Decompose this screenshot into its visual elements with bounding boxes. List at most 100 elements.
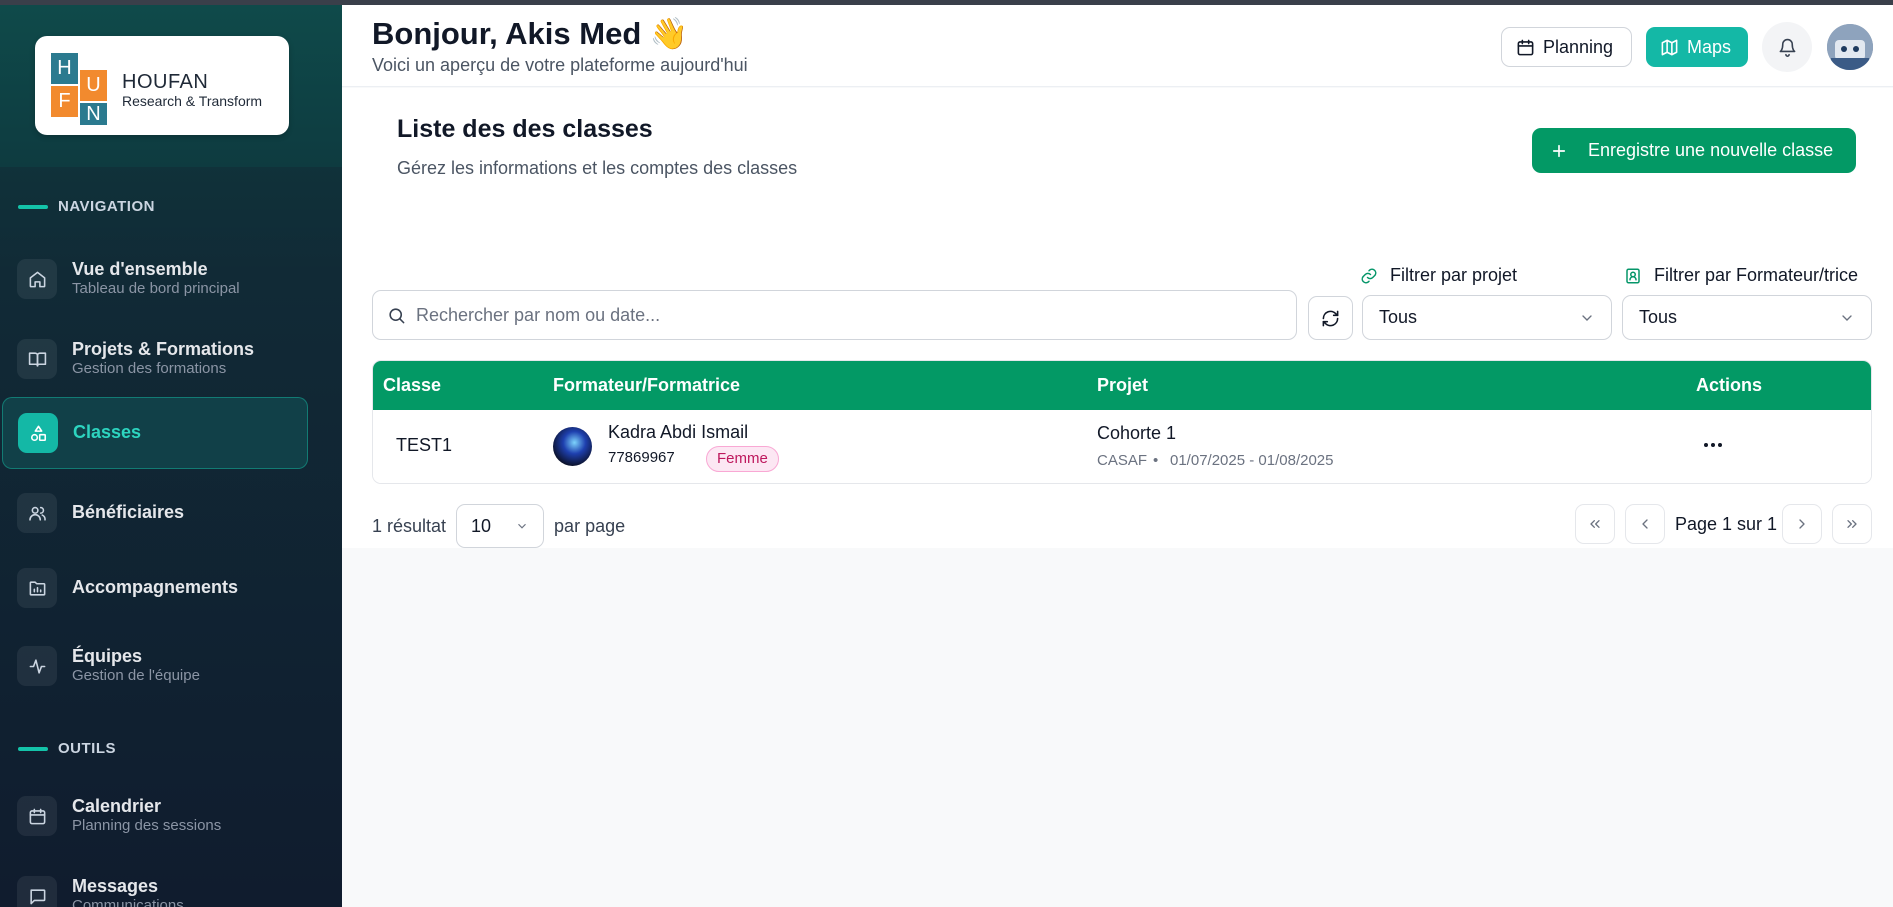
sidebar-item-subtitle: Tableau de bord principal <box>72 280 240 298</box>
chevrons-left-icon <box>1590 520 1600 528</box>
plus-icon <box>1552 144 1566 157</box>
column-header-formateur[interactable]: Formateur/Formatrice <box>553 361 740 410</box>
greeting-subtitle: Voici un aperçu de votre plateforme aujo… <box>372 55 748 75</box>
row-actions-button[interactable] <box>1698 430 1728 460</box>
project-dates: 01/07/2025 - 01/08/2025 <box>1170 452 1334 469</box>
users-icon <box>17 493 57 533</box>
top-header: Bonjour, Akis Med 👋 Voici un aperçu de v… <box>342 5 1893 87</box>
trainer-filter-value: Tous <box>1639 307 1678 327</box>
contact-icon <box>1626 268 1640 283</box>
table-row[interactable]: TEST1 Kadra Abdi Ismail 77869967 Femme C… <box>373 410 1871 483</box>
more-dot <box>1711 443 1715 447</box>
project-filter-select[interactable]: Tous <box>1362 295 1612 340</box>
sidebar-item-title: Calendrier <box>72 795 162 816</box>
sidebar-item-title: Accompagnements <box>72 577 239 598</box>
shapes-icon <box>18 413 58 453</box>
sidebar-item-equipes[interactable]: Équipes Gestion de l'équipe <box>2 630 308 702</box>
previous-page-button[interactable] <box>1625 504 1665 544</box>
sidebar-item-title: Classes <box>73 422 142 443</box>
logo[interactable]: H U F N HOUFAN Research & Transform <box>35 36 289 135</box>
planning-button[interactable]: Planning <box>1501 27 1632 67</box>
cell-classe: TEST1 <box>396 435 453 455</box>
results-count: 1 résultat <box>372 515 447 536</box>
table-header: Classe Formateur/Formatrice Projet Actio… <box>373 361 1871 410</box>
chevron-down-icon <box>1842 314 1852 321</box>
sidebar-item-title: Projets & Formations <box>72 338 255 359</box>
refresh-button[interactable] <box>1308 296 1353 340</box>
sidebar-item-classes[interactable]: Classes <box>2 397 308 469</box>
first-page-button[interactable] <box>1575 504 1615 544</box>
activity-icon <box>17 646 57 686</box>
sidebar-item-subtitle: Gestion des formations <box>72 360 227 378</box>
last-page-button[interactable] <box>1832 504 1872 544</box>
pagination-summary: 1 résultat 10 par page <box>372 504 625 548</box>
column-header-projet[interactable]: Projet <box>1097 361 1148 410</box>
per-page-label: par page <box>554 515 626 536</box>
chevron-right-icon <box>1799 519 1805 529</box>
sidebar-item-subtitle: Gestion de l'équipe <box>72 667 200 685</box>
sidebar-item-beneficiaires[interactable]: Bénéficiaires <box>2 477 308 549</box>
sidebar-item-calendrier[interactable]: Calendrier Planning des sessions <box>2 780 308 852</box>
sidebar-item-subtitle: Communications <box>72 897 184 907</box>
logo-letter-h: H <box>51 53 78 84</box>
sidebar-item-accompagnements[interactable]: Accompagnements <box>2 552 308 624</box>
user-avatar[interactable] <box>1827 24 1873 70</box>
trainer-name: Kadra Abdi Ismail <box>608 422 749 442</box>
brand-tagline: Research & Transform <box>122 93 263 109</box>
sidebar-header: H U F N HOUFAN Research & Transform <box>0 5 342 167</box>
project-filter-label: Filtrer par projet <box>1360 265 1517 286</box>
sidebar: H U F N HOUFAN Research & Transform NAVI… <box>0 5 342 907</box>
logo-letter-f: F <box>51 86 78 117</box>
sidebar-item-vue-ensemble[interactable]: Vue d'ensemble Tableau de bord principal <box>2 243 308 315</box>
search-input[interactable] <box>416 304 1266 326</box>
sidebar-item-subtitle: Planning des sessions <box>72 817 222 835</box>
page-indicator: Page 1 sur 1 <box>1675 514 1778 534</box>
planning-button-label: Planning <box>1543 36 1614 57</box>
per-page-value: 10 <box>471 515 492 536</box>
add-class-button-label: Enregistre une nouvelle classe <box>1588 140 1834 160</box>
per-page-select[interactable]: 10 <box>456 504 545 548</box>
separator-dot: • <box>1153 452 1159 469</box>
calendar-icon <box>17 796 57 836</box>
sidebar-item-title: Messages <box>72 875 159 896</box>
section-label-text: OUTILS <box>58 740 116 757</box>
more-dot <box>1704 443 1708 447</box>
trainer-filter-label: Filtrer par Formateur/trice <box>1624 265 1858 286</box>
sidebar-item-projets-formations[interactable]: Projets & Formations Gestion des formati… <box>2 323 308 395</box>
search-field[interactable] <box>372 290 1297 340</box>
notifications-button[interactable] <box>1762 22 1812 72</box>
project-filter-label-text: Filtrer par projet <box>1390 265 1518 285</box>
chevron-left-icon <box>1642 519 1648 529</box>
calendar-icon <box>1517 39 1534 55</box>
chevrons-right-icon <box>1847 520 1857 528</box>
section-label-outils: OUTILS <box>18 740 116 757</box>
chart-folder-icon <box>17 568 57 608</box>
map-icon <box>1661 39 1678 55</box>
project-name: Cohorte 1 <box>1097 423 1177 443</box>
add-class-button[interactable]: Enregistre une nouvelle classe <box>1532 128 1856 173</box>
project-filter-value: Tous <box>1379 307 1418 327</box>
home-icon <box>17 259 57 299</box>
trainer-filter-label-text: Filtrer par Formateur/trice <box>1654 265 1859 285</box>
project-org: CASAF <box>1097 452 1148 469</box>
book-icon <box>17 339 57 379</box>
gender-badge: Femme <box>706 446 779 472</box>
brand-name: HOUFAN <box>122 71 209 93</box>
main-panel: Liste des des classes Gérez les informat… <box>342 88 1893 548</box>
sidebar-item-title: Équipes <box>72 645 143 666</box>
column-header-actions: Actions <box>1696 375 1763 395</box>
chevron-down-icon <box>1582 314 1592 321</box>
sidebar-item-title: Vue d'ensemble <box>72 258 208 279</box>
link-icon <box>1361 268 1377 283</box>
logo-letter-u: U <box>80 70 107 101</box>
maps-button[interactable]: Maps <box>1646 27 1748 67</box>
column-header-classe[interactable]: Classe <box>383 361 441 410</box>
next-page-button[interactable] <box>1782 504 1822 544</box>
trainer-filter-select[interactable]: Tous <box>1622 295 1872 340</box>
more-dot <box>1718 443 1722 447</box>
classes-table: Classe Formateur/Formatrice Projet Actio… <box>372 360 1872 484</box>
section-label-navigation: NAVIGATION <box>18 198 155 215</box>
trainer-avatar <box>553 427 592 466</box>
sidebar-item-messages[interactable]: Messages Communications <box>2 860 308 907</box>
search-icon <box>389 307 405 323</box>
